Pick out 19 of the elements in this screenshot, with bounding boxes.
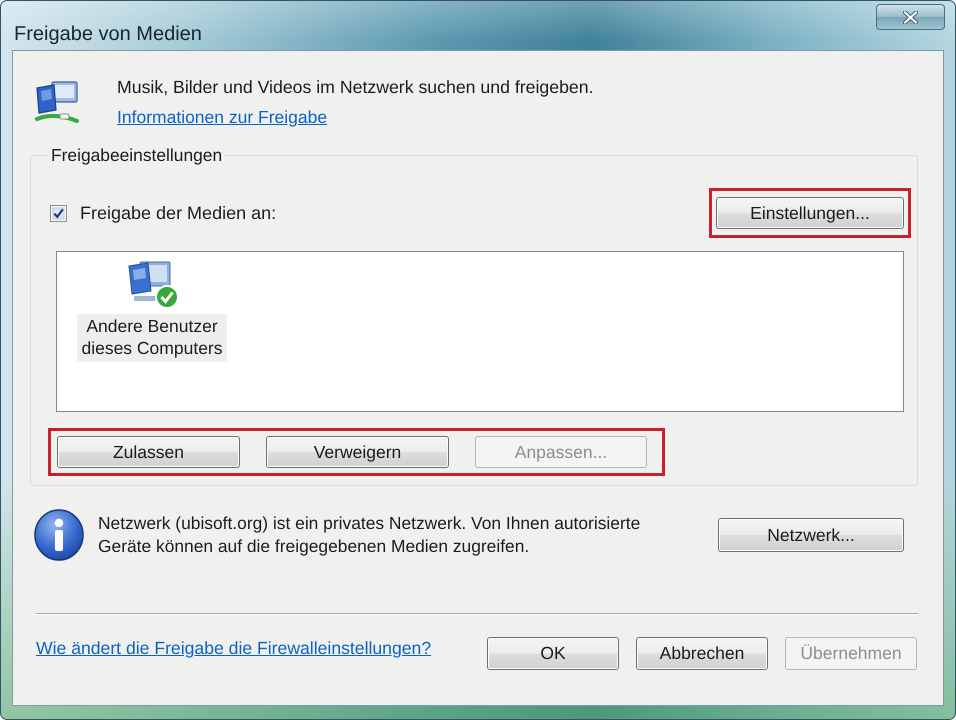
window-title: Freigabe von Medien — [14, 22, 202, 46]
action-button[interactable]: Verweigern — [266, 436, 449, 468]
checkbox-label: Freigabe der Medien an: — [80, 202, 276, 224]
network-button[interactable]: Netzwerk... — [718, 518, 904, 552]
info-icon — [34, 509, 84, 561]
dialog-button[interactable]: Abbrechen — [636, 637, 768, 670]
action-button[interactable]: Zulassen — [57, 436, 240, 468]
network-info-text: Netzwerk (ubisoft.org) ist ein privates Netzwerk. Von Ihnen autorisierte Geräte können auf die freigegebenen Medien zugreifen. — [98, 512, 642, 558]
device-label[interactable]: Andere Benutzer dieses Computers — [77, 314, 227, 362]
description-text: Musik, Bilder und Videos im Netzwerk suchen und freigeben. — [117, 76, 594, 98]
close-button[interactable] — [876, 4, 945, 30]
info-link[interactable]: Informationen zur Freigabe — [117, 106, 328, 128]
network-computers-icon — [34, 79, 80, 125]
firewall-link[interactable]: Wie ändert die Freigabe die Firewalleinstellungen? — [36, 637, 432, 659]
group-title: Freigabeeinstellungen — [51, 145, 222, 165]
settings-button[interactable]: Einstellungen... — [716, 197, 904, 229]
close-icon — [903, 10, 918, 24]
dialog-button[interactable]: OK — [487, 637, 619, 670]
checkbox[interactable] — [50, 204, 67, 222]
